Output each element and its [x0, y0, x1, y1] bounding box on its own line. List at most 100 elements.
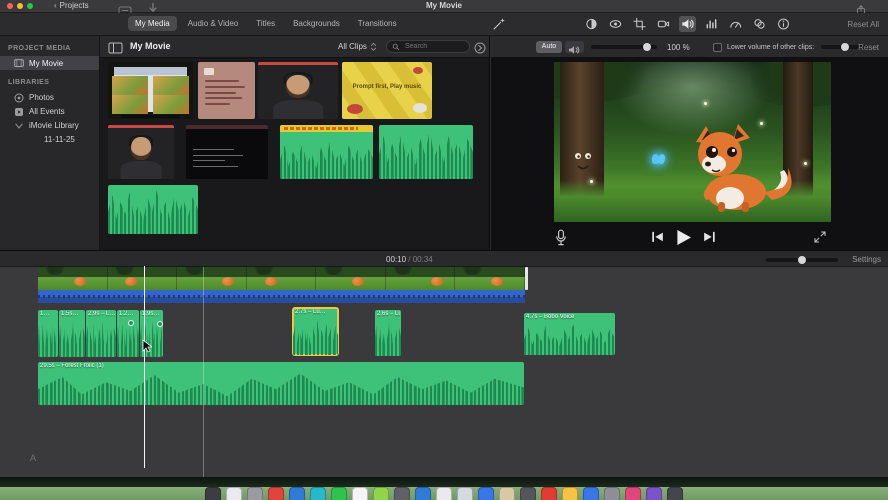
dock-app-icon[interactable] [457, 487, 473, 500]
media-thumbnail-audio-waveform-2[interactable] [108, 185, 198, 234]
audio-clip[interactable]: 1… [38, 310, 58, 357]
dock-app-icon[interactable] [667, 487, 683, 500]
timeline-settings-button[interactable]: Settings [852, 255, 881, 264]
dock-app-icon[interactable] [499, 487, 515, 500]
speed-icon[interactable] [727, 16, 744, 32]
media-thumbnail-promo[interactable]: Prompt first, Play music [342, 62, 432, 119]
dock-app-icon[interactable] [436, 487, 452, 500]
media-thumbnail-terminal[interactable] [186, 125, 268, 179]
skip-forward-button[interactable] [702, 230, 716, 243]
media-thumbnail-presenter[interactable] [258, 62, 338, 119]
audio-clip[interactable]: 2.6s – Lu… [375, 310, 401, 356]
search-field[interactable] [386, 40, 470, 53]
color-balance-icon[interactable] [583, 16, 600, 32]
filmstrip-frame [107, 267, 178, 290]
video-preview [554, 62, 831, 222]
chevron-icon [14, 121, 24, 130]
reset-all-button[interactable]: Reset All [847, 20, 879, 29]
dock-app-icon[interactable] [478, 487, 494, 500]
playhead[interactable] [144, 266, 145, 468]
dock-app-icon[interactable] [331, 487, 347, 500]
color-correction-icon[interactable] [607, 16, 624, 32]
dock-app-icon[interactable] [226, 487, 242, 500]
filmstrip-frame [455, 267, 525, 290]
sidebar-item-my-movie[interactable]: My Movie [0, 56, 99, 70]
dock-app-icon[interactable] [352, 487, 368, 500]
dock-app-icon[interactable] [205, 487, 221, 500]
tab-transitions[interactable]: Transitions [351, 16, 404, 31]
media-thumbnail-audio-labeled[interactable] [280, 125, 373, 179]
volume-keyframe[interactable] [157, 321, 163, 327]
dock-app-icon[interactable] [415, 487, 431, 500]
crop-icon[interactable] [631, 16, 648, 32]
stabilization-icon[interactable] [655, 16, 672, 32]
timeline-toolbar: 00:10 / 00:34 Settings [0, 250, 888, 267]
dock-app-icon[interactable] [541, 487, 557, 500]
dock-app-icon[interactable] [310, 487, 326, 500]
waveform-graphic [524, 324, 615, 355]
titlebar: ‹ Projects My Movie [0, 0, 888, 16]
volume-icon[interactable] [679, 16, 696, 32]
dock-app-icon[interactable] [625, 487, 641, 500]
sidebar-item-photos[interactable]: Photos [0, 90, 99, 104]
dock-app-icon[interactable] [520, 487, 536, 500]
butterfly-graphic [652, 153, 667, 166]
sidebar-item-imovie-library[interactable]: iMovie Library [0, 118, 99, 132]
dock-app-icon[interactable] [268, 487, 284, 500]
tab-backgrounds[interactable]: Backgrounds [286, 16, 347, 31]
play-button[interactable] [674, 228, 693, 245]
video-clip-filmstrip[interactable] [38, 267, 525, 290]
clip-size-arrow-icon[interactable] [474, 41, 486, 54]
enhance-wand-icon[interactable] [492, 17, 506, 31]
dock-app-icon[interactable] [394, 487, 410, 500]
microphone-icon[interactable] [555, 229, 567, 246]
audio-clip[interactable]: 2.9s – L… [86, 310, 116, 357]
window-bottom-edge [0, 477, 888, 487]
dock-app-icon[interactable] [583, 487, 599, 500]
audio-clip[interactable]: 2.7s – Lu… [292, 307, 339, 356]
audio-clip[interactable]: 4.7s – Bobo Voice [524, 313, 615, 355]
dock-app-icon[interactable] [646, 487, 662, 500]
tab-titles[interactable]: Titles [249, 16, 282, 31]
fullscreen-icon[interactable] [814, 230, 826, 243]
mute-button[interactable] [565, 41, 584, 54]
sidebar-toggle-icon[interactable] [108, 41, 123, 54]
audio-clip[interactable]: 1.2… [117, 310, 139, 357]
sidebar-item-11-11-25[interactable]: 11-11-25 [0, 132, 99, 146]
video-audio-band[interactable] [38, 290, 525, 303]
info-icon[interactable] [775, 16, 792, 32]
clip-filter-icon[interactable] [751, 16, 768, 32]
tab-my-media[interactable]: My Media [128, 16, 177, 31]
volume-percent: 100 % [667, 43, 690, 52]
sidebar-item-all-events[interactable]: All Events [0, 104, 99, 118]
viewer-body [491, 58, 888, 250]
timeline-zoom-slider[interactable] [766, 256, 838, 264]
media-thumbnail-fox-grid[interactable] [108, 62, 193, 119]
clip-end-handle[interactable] [525, 267, 528, 290]
dock-app-icon[interactable] [289, 487, 305, 500]
dock-app-icon[interactable] [604, 487, 620, 500]
volume-slider[interactable] [591, 43, 657, 51]
music-clip[interactable]: 29.5s – Forest Frolic (1) [38, 362, 524, 405]
tab-audio-video[interactable]: Audio & Video [181, 16, 246, 31]
viewer-pane: Auto 100 % Lower volume of other clips: … [491, 36, 888, 250]
media-thumbnail-presenter-2[interactable] [108, 125, 174, 179]
clip-label: 1… [40, 311, 50, 317]
dock-app-icon[interactable] [373, 487, 389, 500]
tree-face-graphic [575, 153, 591, 170]
dock-app-icon[interactable] [562, 487, 578, 500]
dock-app-icon[interactable] [247, 487, 263, 500]
auto-volume-button[interactable]: Auto [536, 41, 562, 53]
audio-clip[interactable]: 1.5s… [59, 310, 85, 357]
media-thumbnail-document[interactable] [198, 62, 255, 119]
noise-reduction-icon[interactable] [703, 16, 720, 32]
imovie-window: ‹ Projects My Movie My Media Audio & Video… [0, 0, 888, 500]
clip-filter-dropdown[interactable]: All Clips [338, 42, 377, 51]
share-icon[interactable] [856, 2, 866, 15]
volume-keyframe[interactable] [128, 320, 134, 326]
lower-volume-checkbox[interactable] [713, 43, 722, 52]
volume-reset-button[interactable]: Reset [858, 43, 879, 52]
search-input[interactable] [403, 42, 464, 51]
media-thumbnail-audio-waveform[interactable] [379, 125, 473, 179]
skip-back-button[interactable] [651, 230, 665, 243]
